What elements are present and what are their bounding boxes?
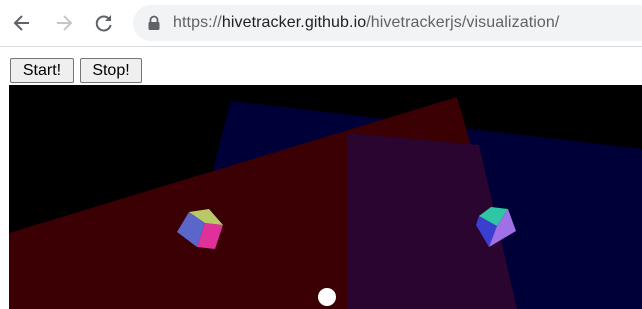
reload-button[interactable] (90, 9, 118, 37)
back-button[interactable] (8, 9, 36, 37)
reload-icon (95, 15, 112, 32)
url-scheme: https:// (173, 14, 222, 31)
scene-svg (9, 97, 642, 309)
page-content: Start! Stop! (0, 47, 642, 309)
arrow-left-icon (13, 15, 29, 31)
browser-toolbar: https://hivetracker.github.io/hivetracke… (0, 0, 642, 46)
visualization-canvas[interactable] (9, 85, 642, 309)
sphere (318, 288, 336, 306)
forward-button[interactable] (50, 9, 78, 37)
lock-icon (148, 15, 160, 30)
address-bar[interactable]: https://hivetracker.github.io/hivetracke… (133, 5, 642, 41)
arrow-right-icon (57, 15, 73, 31)
start-button[interactable]: Start! (10, 58, 74, 83)
url-path: /hivetrackerjs/visualization/ (366, 14, 560, 31)
url-host: hivetracker.github.io (221, 14, 367, 31)
stop-button[interactable]: Stop! (80, 58, 142, 83)
url-text: https://hivetracker.github.io/hivetracke… (173, 14, 559, 32)
